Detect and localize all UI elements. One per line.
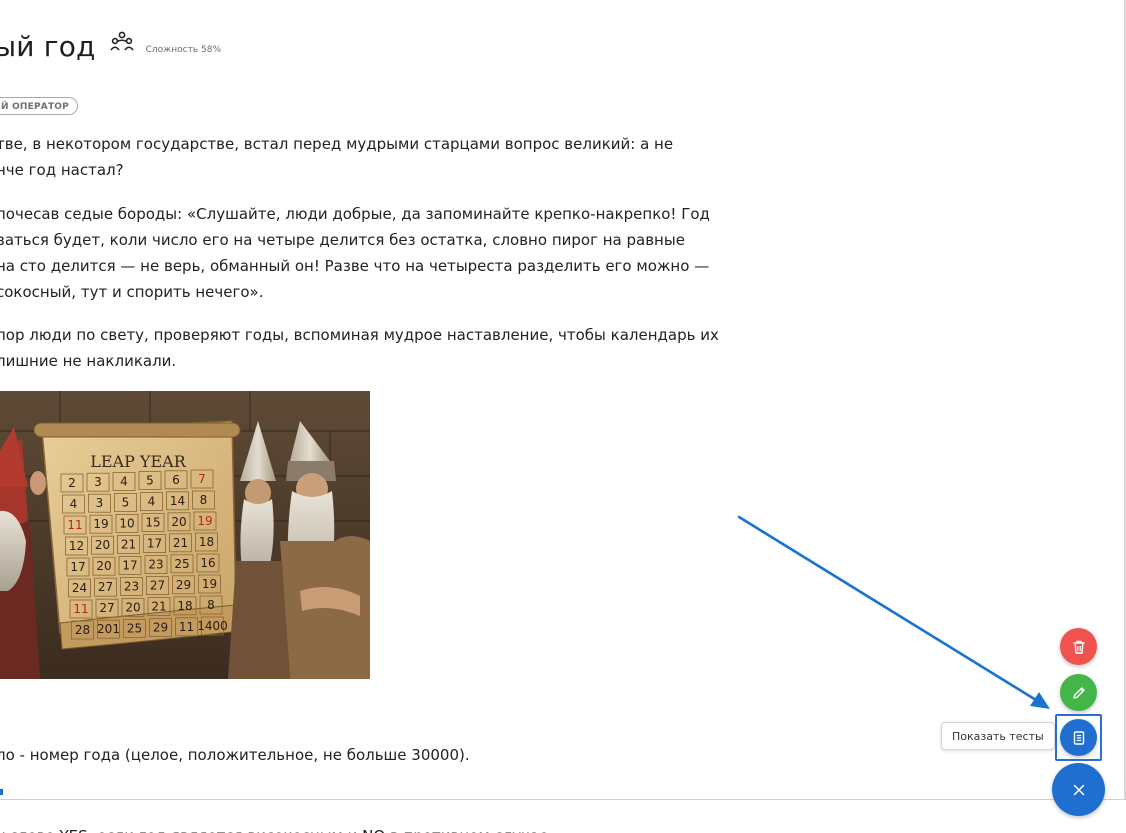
calendar-number: 25 — [174, 557, 189, 571]
statement-line: сокосный, тут и спорить нечего». — [0, 283, 264, 301]
calendar-number: 8 — [207, 598, 215, 612]
calendar-number: 20 — [95, 538, 110, 552]
close-icon — [1073, 784, 1084, 795]
calendar-number: 20 — [96, 559, 111, 573]
statement-line: лишние не накликали. — [0, 352, 177, 370]
calendar-number: 201 — [97, 622, 120, 636]
calendar-number: 23 — [148, 558, 163, 572]
calendar-number: 17 — [122, 558, 137, 572]
output-format-line: у слово YES, если год является високосны… — [0, 823, 553, 833]
annotation-highlight-box — [1055, 714, 1102, 761]
calendar-number: 29 — [176, 578, 191, 592]
calendar-number: 15 — [145, 516, 160, 530]
calendar-number: 10 — [119, 516, 134, 530]
calendar-number: 18 — [199, 535, 214, 549]
calendar-number: 23 — [124, 579, 139, 593]
people-group-icon — [109, 31, 134, 53]
statement-paragraph-2: почесав седые бороды: «Слушайте, люди до… — [0, 201, 710, 305]
statement-line: тве, в некотором государстве, встал пере… — [0, 135, 674, 153]
calendar-number: 11 — [179, 620, 194, 634]
calendar-number: 4 — [148, 495, 156, 509]
calendar-number: 14 — [170, 494, 185, 508]
calendar-number: 7 — [198, 472, 206, 486]
calendar-number: 27 — [98, 580, 113, 594]
calendar-number: 12 — [69, 539, 84, 553]
statement-line: на сто делится — не верь, обманный он! Р… — [0, 257, 710, 275]
statement-line: нче год настал? — [0, 161, 124, 179]
difficulty-label: Сложность 58% — [145, 45, 222, 55]
calendar-number: 3 — [94, 475, 102, 489]
section-marker — [0, 789, 3, 795]
calendar-number: 28 — [75, 623, 90, 637]
calendar-number: 8 — [200, 493, 208, 507]
calendar-number: 21 — [173, 536, 188, 550]
title-row: ый год Сложность 58% — [0, 24, 221, 68]
calendar-number: 17 — [70, 560, 85, 574]
calendar-number: 20 — [171, 515, 186, 529]
edit-button[interactable] — [1060, 674, 1097, 711]
calendar-number: 1400 — [197, 619, 228, 633]
leap-year-illustration: LEAP YEAR 2 3 4 5 6 74 3 5 4 14 811 19 10 15 20 1912 20 2… — [0, 391, 370, 679]
statement-line: ваться будет, коли число его на четыре д… — [0, 231, 685, 249]
problem-page: ый год Сложность 58% Й ОПЕРАТОР тве, в н… — [0, 0, 1126, 833]
calendar-number: 17 — [147, 537, 162, 551]
scroll-banner-text: LEAP YEAR — [90, 452, 187, 471]
calendar-number: 21 — [151, 600, 166, 614]
delete-button[interactable] — [1060, 628, 1097, 665]
calendar-number: 27 — [99, 601, 114, 615]
calendar-number: 19 — [202, 577, 217, 591]
calendar-number: 18 — [177, 599, 192, 613]
calendar-number: 29 — [153, 621, 168, 635]
calendar-number: 24 — [72, 581, 87, 595]
calendar-number: 4 — [120, 474, 128, 488]
calendar-number: 21 — [121, 537, 136, 551]
calendar-number: 27 — [150, 579, 165, 593]
calendar-number: 16 — [200, 556, 215, 570]
topic-tag[interactable]: Й ОПЕРАТОР — [0, 97, 78, 115]
statement-line: почесав седые бороды: «Слушайте, люди до… — [0, 205, 710, 223]
close-fab-menu-button[interactable] — [1052, 763, 1105, 816]
input-format-line: ло - номер года (целое, положительное, н… — [0, 746, 470, 764]
calendar-number: 5 — [122, 495, 130, 509]
section-divider — [0, 799, 1126, 800]
calendar-number: 25 — [127, 621, 142, 635]
calendar-number: 2 — [68, 476, 76, 490]
trash-icon — [1072, 640, 1085, 654]
calendar-number: 20 — [125, 600, 140, 614]
calendar-number: 3 — [96, 496, 104, 510]
problem-title: ый год — [0, 29, 96, 63]
statement-line: пор люди по свету, проверяют годы, вспом… — [0, 326, 719, 344]
calendar-number: 19 — [93, 517, 108, 531]
calendar-number: 6 — [172, 473, 180, 487]
calendar-number: 19 — [197, 514, 212, 528]
calendar-number: 11 — [73, 602, 88, 616]
calendar-number: 4 — [70, 497, 78, 511]
show-tests-tooltip: Показать тесты — [941, 722, 1055, 750]
calendar-number: 11 — [67, 518, 82, 532]
statement-paragraph-3: пор люди по свету, проверяют годы, вспом… — [0, 322, 719, 374]
calendar-number: 5 — [146, 474, 154, 488]
statement-paragraph-1: тве, в некотором государстве, встал пере… — [0, 131, 673, 183]
pencil-icon — [1072, 686, 1085, 699]
